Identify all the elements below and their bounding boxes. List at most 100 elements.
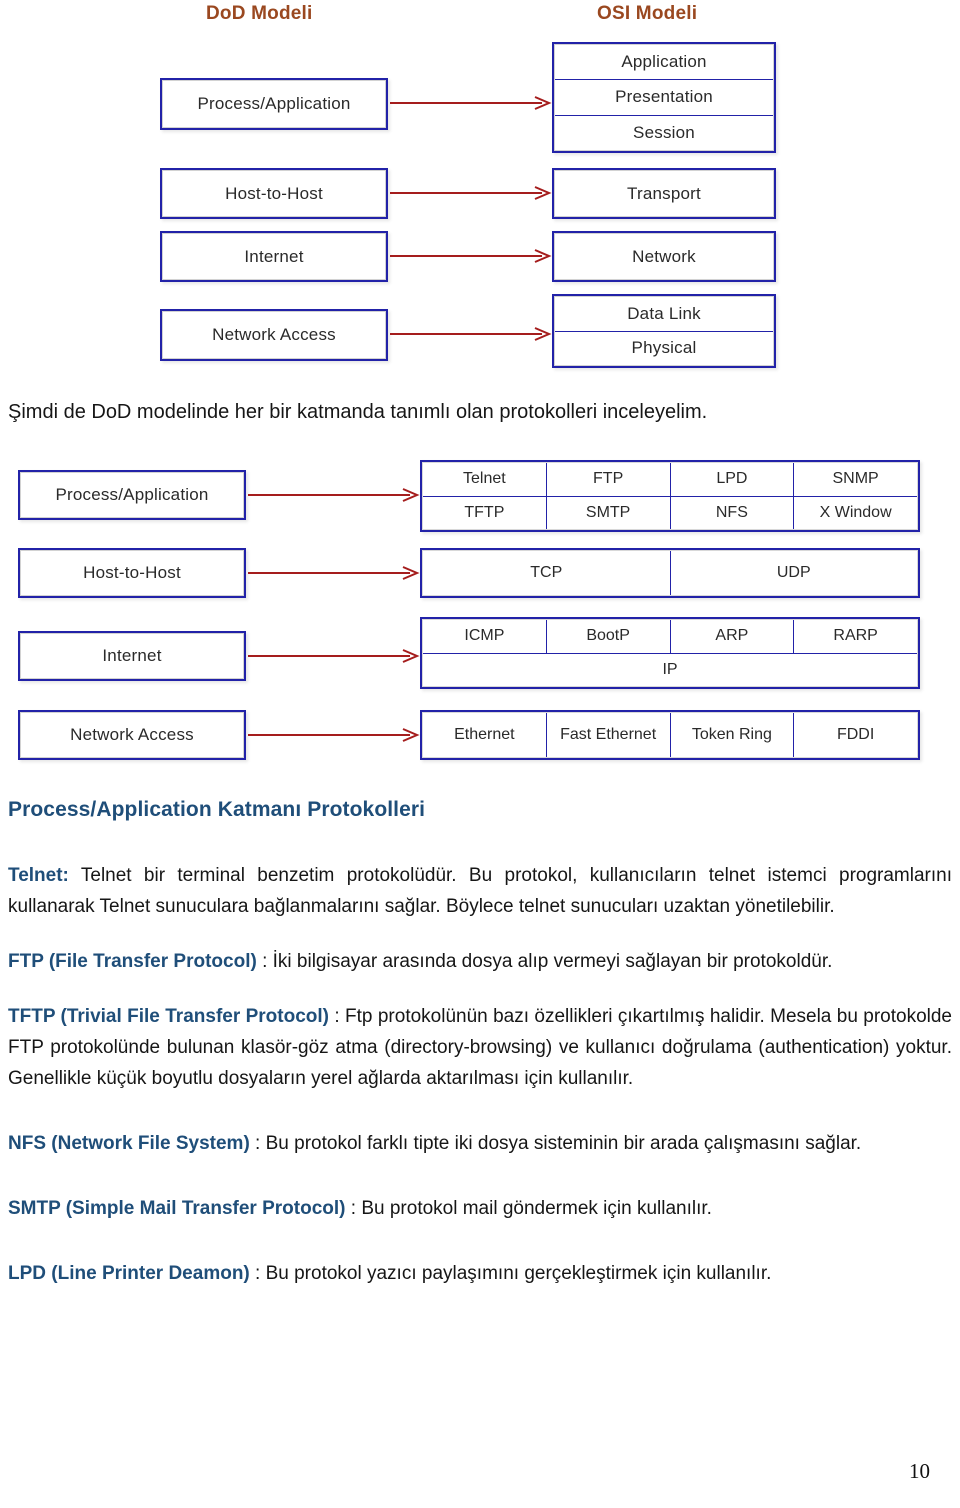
osi-layer-label: Transport: [627, 183, 701, 203]
protocol-cell: Ethernet: [454, 726, 515, 743]
protocol-row: Ethernet Fast Ethernet Token Ring FDDI: [423, 713, 917, 757]
osi-layer-label: Application: [621, 52, 707, 72]
mapping-arrow-icon: [248, 488, 420, 502]
dod-layer-label: Process/Application: [55, 485, 209, 504]
caption-text: Şimdi de DoD modelinde her bir katmanda …: [8, 401, 708, 423]
protocol-grid-network-access: Ethernet Fast Ethernet Token Ring FDDI: [420, 710, 920, 760]
term-description: Telnet bir terminal benzetim protokolüdü…: [8, 865, 952, 917]
dod-layer-label: Internet: [244, 246, 304, 266]
protocol-cell: Token Ring: [669, 713, 794, 757]
box-inner: Network: [554, 233, 774, 280]
osi-layer-label: Presentation: [555, 79, 773, 114]
paragraph-telnet: Telnet: Telnet bir terminal benzetim pro…: [8, 860, 952, 922]
grid-inner: TCP UDP: [422, 550, 918, 596]
box-inner: Application Presentation Session: [554, 44, 774, 151]
dod-layer-box-process-application: Process/Application: [18, 470, 246, 520]
box-inner: Process/Application: [20, 472, 244, 518]
dod-layer-box-host-to-host: Host-to-Host: [18, 548, 246, 598]
osi-layer-label: Session: [555, 114, 773, 150]
grid-inner: Ethernet Fast Ethernet Token Ring FDDI: [422, 712, 918, 758]
diagram-title-osi: OSI Modeli: [597, 3, 698, 24]
term-description: : İki bilgisayar arasında dosya alıp ver…: [256, 951, 833, 972]
mapping-arrow-icon: [390, 186, 552, 200]
osi-layer-label: Physical: [555, 330, 773, 366]
protocol-cell: UDP: [669, 551, 918, 595]
mapping-arrow-icon: [248, 649, 420, 663]
box-inner: Data Link Physical: [554, 296, 774, 366]
box-inner: Host-to-Host: [20, 550, 244, 596]
paragraph-lpd: LPD (Line Printer Deamon) : Bu protokol …: [8, 1258, 952, 1289]
dod-layer-label: Network Access: [212, 325, 336, 344]
protocol-cell: Fast Ethernet: [545, 713, 670, 757]
term-description: : Bu protokol mail göndermek için kullan…: [345, 1198, 712, 1219]
dod-layer-label: Host-to-Host: [225, 183, 323, 203]
mapping-arrow-icon: [390, 96, 552, 110]
protocol-cell: FDDI: [793, 713, 917, 757]
protocol-row: ICMP BootP ARP RARP: [423, 620, 917, 653]
box-inner: Transport: [554, 170, 774, 217]
term-label: Telnet:: [8, 865, 69, 886]
mapping-arrow-icon: [390, 327, 552, 341]
section-heading: Process/Application Katmanı Protokolleri: [8, 798, 426, 821]
protocol-cell: ARP: [669, 620, 794, 653]
protocol-grid-host-to-host: TCP UDP: [420, 548, 920, 598]
dod-layer-box-internet: Internet: [18, 631, 246, 681]
dod-layer-label: Host-to-Host: [83, 563, 181, 582]
diagram-title-dod: DoD Modeli: [206, 3, 313, 24]
protocol-cell: FTP: [545, 463, 670, 496]
mapping-arrow-icon: [248, 566, 420, 580]
protocol-cell: LPD: [669, 463, 794, 496]
term-label: NFS (Network File System): [8, 1133, 250, 1154]
page-number: 10: [909, 1459, 930, 1483]
box-inner: Internet: [162, 233, 386, 280]
osi-layer-label: Network: [632, 246, 696, 266]
protocol-row: TCP UDP: [423, 551, 917, 595]
protocol-cell: IP: [662, 660, 678, 678]
box-inner: Network Access: [20, 712, 244, 758]
protocol-cell: SMTP: [545, 496, 670, 529]
dod-layer-label: Network Access: [70, 725, 194, 744]
protocol-grid-process-application: Telnet FTP LPD SNMP TFTP SMTP NFS X Wind…: [420, 460, 920, 532]
paragraph-nfs: NFS (Network File System) : Bu protokol …: [8, 1128, 952, 1159]
term-label: TFTP (Trivial File Transfer Protocol): [8, 1006, 329, 1027]
term-description: : Bu protokol farklı tipte iki dosya sis…: [249, 1133, 862, 1154]
protocol-cell: TFTP: [464, 503, 505, 521]
osi-layer-label: Data Link: [627, 303, 701, 323]
term-description: : Bu protokol yazıcı paylaşımını gerçekl…: [249, 1263, 772, 1284]
dod-layer-box-network-access: Network Access: [18, 710, 246, 760]
box-inner: Internet: [20, 633, 244, 679]
protocol-cell: BootP: [545, 620, 670, 653]
protocol-row: Telnet FTP LPD SNMP: [423, 463, 917, 496]
protocol-grid-internet: ICMP BootP ARP RARP IP: [420, 617, 920, 689]
protocol-cell: SNMP: [793, 463, 917, 496]
osi-layer-group-lower: Data Link Physical: [552, 294, 776, 368]
box-inner: Network Access: [162, 311, 386, 359]
box-inner: Host-to-Host: [162, 170, 386, 217]
osi-layer-group-network: Network: [552, 231, 776, 282]
box-inner: Process/Application: [162, 80, 386, 128]
dod-layer-box-internet: Internet: [160, 231, 388, 282]
protocol-cell: ICMP: [464, 627, 505, 645]
dod-protocols-diagram: Process/Application Host-to-Host Interne…: [0, 445, 960, 785]
paragraph-ftp: FTP (File Transfer Protocol) : İki bilgi…: [8, 946, 952, 977]
dod-layer-box-process-application: Process/Application: [160, 78, 388, 130]
protocol-cell: TCP: [530, 564, 563, 581]
article-body: Process/Application Katmanı Protokolleri…: [8, 798, 952, 1313]
dod-layer-label: Process/Application: [197, 94, 351, 113]
term-label: LPD (Line Printer Deamon): [8, 1263, 250, 1284]
protocol-cell: RARP: [793, 620, 917, 653]
paragraph-tftp: TFTP (Trivial File Transfer Protocol) : …: [8, 1001, 952, 1094]
grid-inner: ICMP BootP ARP RARP IP: [422, 619, 918, 687]
protocol-cell: X Window: [793, 496, 917, 529]
protocol-row: IP: [423, 652, 917, 687]
protocol-cell: NFS: [669, 496, 794, 529]
mapping-arrow-icon: [248, 728, 420, 742]
term-label: FTP (File Transfer Protocol): [8, 951, 257, 972]
term-label: SMTP (Simple Mail Transfer Protocol): [8, 1198, 346, 1219]
dod-osi-comparison-diagram: DoD Modeli OSI Modeli Process/Applicatio…: [0, 0, 960, 382]
paragraph-smtp: SMTP (Simple Mail Transfer Protocol) : B…: [8, 1193, 952, 1224]
protocol-row: TFTP SMTP NFS X Window: [423, 495, 917, 529]
mapping-arrow-icon: [390, 249, 552, 263]
protocol-cell: Telnet: [463, 470, 506, 488]
osi-layer-group-transport: Transport: [552, 168, 776, 219]
